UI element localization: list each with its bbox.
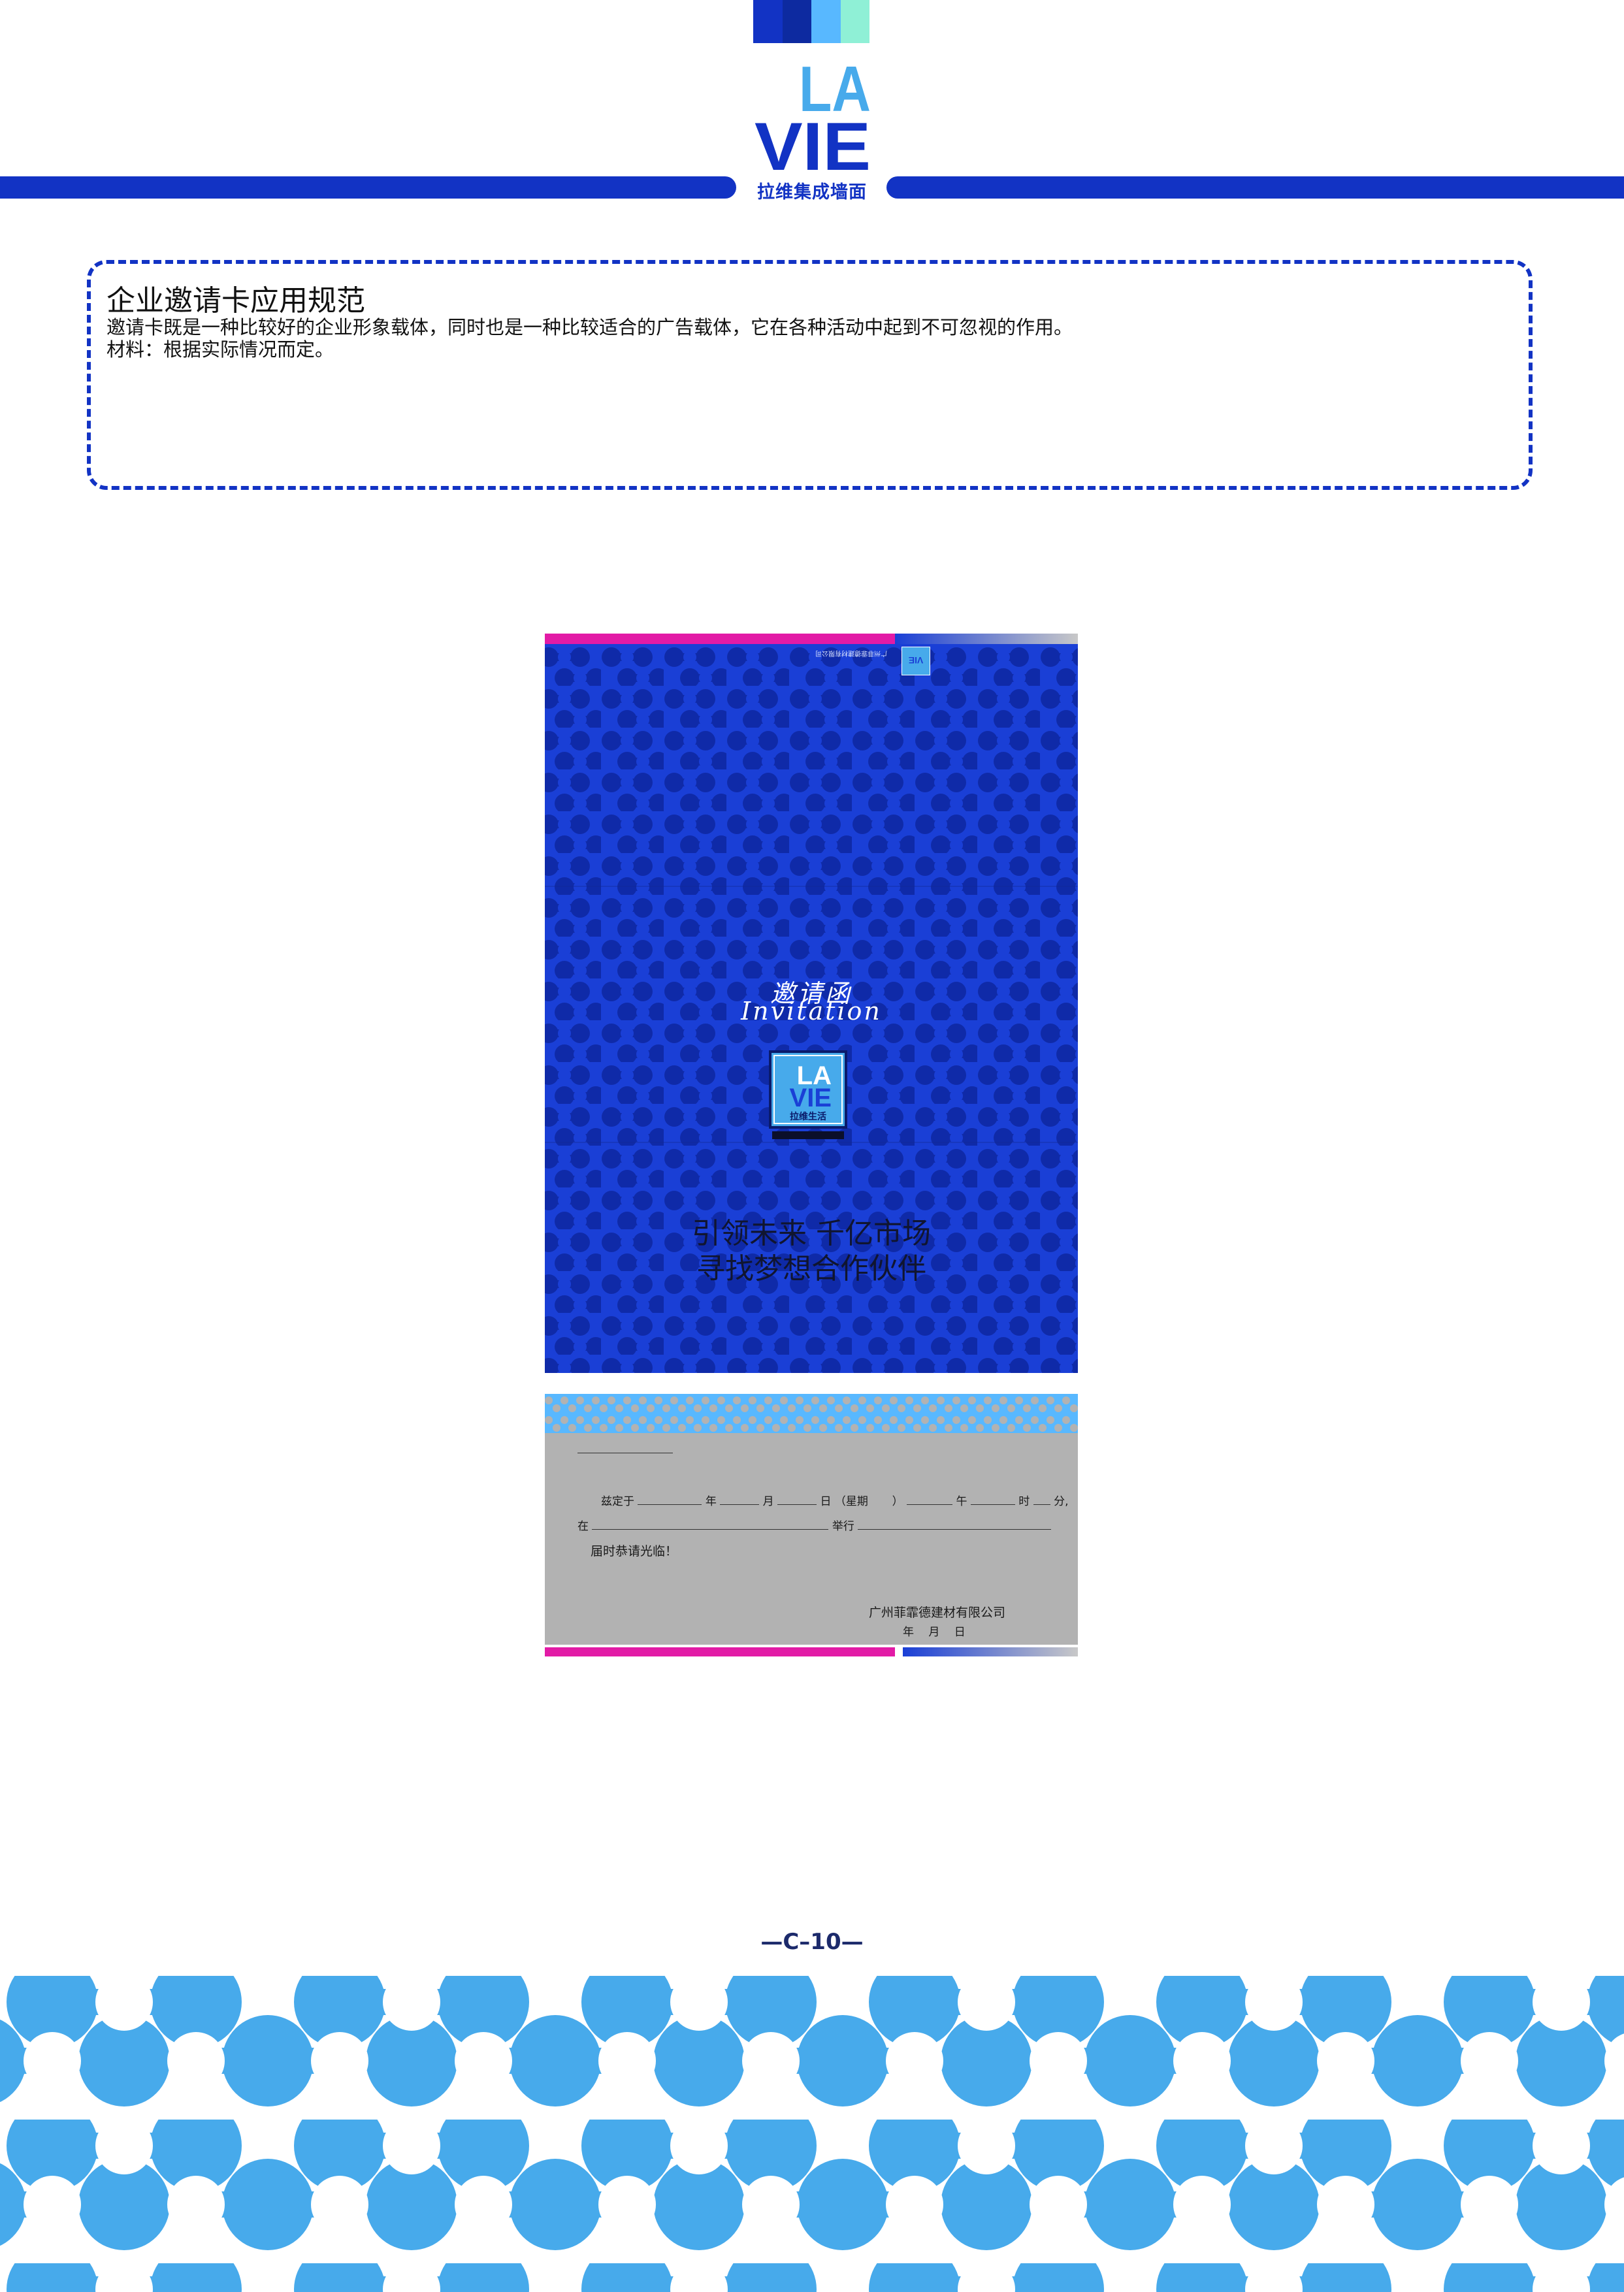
- card-logo-vie: VIE: [790, 1084, 832, 1112]
- card-light-wave-band: [545, 1394, 1078, 1433]
- header-bar-left: [0, 176, 736, 199]
- invitation-card: VIE 广州菲霏德建材有限公司 邀请函 Invitation LA VIE 拉维…: [545, 634, 1078, 1656]
- form-company: 广州菲霏德建材有限公司: [869, 1606, 1006, 1620]
- card-bottom-strip: [545, 1647, 1078, 1656]
- form-month: 月: [762, 1495, 774, 1508]
- form-held: 举行: [832, 1520, 854, 1533]
- card-logo: LA VIE 拉维生活: [769, 1050, 847, 1129]
- form-intro: 兹定于: [601, 1495, 634, 1508]
- slogan-line-2: 寻找梦想合作伙伴: [696, 1252, 926, 1285]
- card-back-logo: VIE: [901, 647, 930, 675]
- form-date: 年 月 日: [903, 1626, 966, 1639]
- form-day: 日: [820, 1495, 832, 1508]
- form-blank-event: [858, 1520, 1052, 1530]
- brand-subtitle: 拉维集成墙面: [757, 182, 867, 202]
- form-year: 年: [705, 1495, 717, 1508]
- form-weekday: （星期: [834, 1495, 868, 1508]
- form-line-2: 在 举行: [577, 1517, 1052, 1533]
- card-fold-line-2: [545, 1142, 1078, 1143]
- page-number: —C–10—: [760, 1929, 864, 1955]
- form-blank-hour: [970, 1495, 1015, 1505]
- form-blank-place: [592, 1520, 829, 1530]
- card-fold-line-1: [545, 886, 1078, 887]
- brand-logo: LA VIE: [755, 53, 871, 170]
- header-bar-right: [886, 176, 1624, 199]
- form-blank-day: [777, 1495, 817, 1505]
- form-at: 在: [577, 1520, 589, 1533]
- form-closing: 届时恭请光临！: [591, 1544, 678, 1558]
- form-blank-month: [720, 1495, 760, 1505]
- footer-wave-pattern: [0, 1963, 1624, 2292]
- form-blank-noon: [907, 1495, 953, 1505]
- card-logo-shadow: [772, 1131, 844, 1139]
- card-top-strip: [545, 634, 1078, 644]
- card-logo-subtitle: 拉维生活: [790, 1111, 826, 1122]
- form-blank-year: [638, 1495, 702, 1505]
- brand-logo-vie: VIE: [755, 109, 871, 170]
- form-noon: 午: [956, 1495, 967, 1508]
- form-hour: 时: [1018, 1495, 1030, 1508]
- form-minute: 分,: [1054, 1495, 1069, 1508]
- spec-material: 材料：根据实际情况而定。: [106, 338, 334, 361]
- header-color-squares: [753, 0, 869, 43]
- invitation-title-en: Invitation: [741, 997, 882, 1025]
- form-weekday-close: ）: [892, 1495, 903, 1508]
- form-line-1: 兹定于 年 月 日 （星期 ） 午 时 分,: [601, 1492, 1069, 1508]
- form-blank-minute: [1033, 1495, 1050, 1505]
- card-back-company: 广州菲霏德建材有限公司: [815, 649, 887, 656]
- card-back-logo-text: VIE: [909, 655, 924, 666]
